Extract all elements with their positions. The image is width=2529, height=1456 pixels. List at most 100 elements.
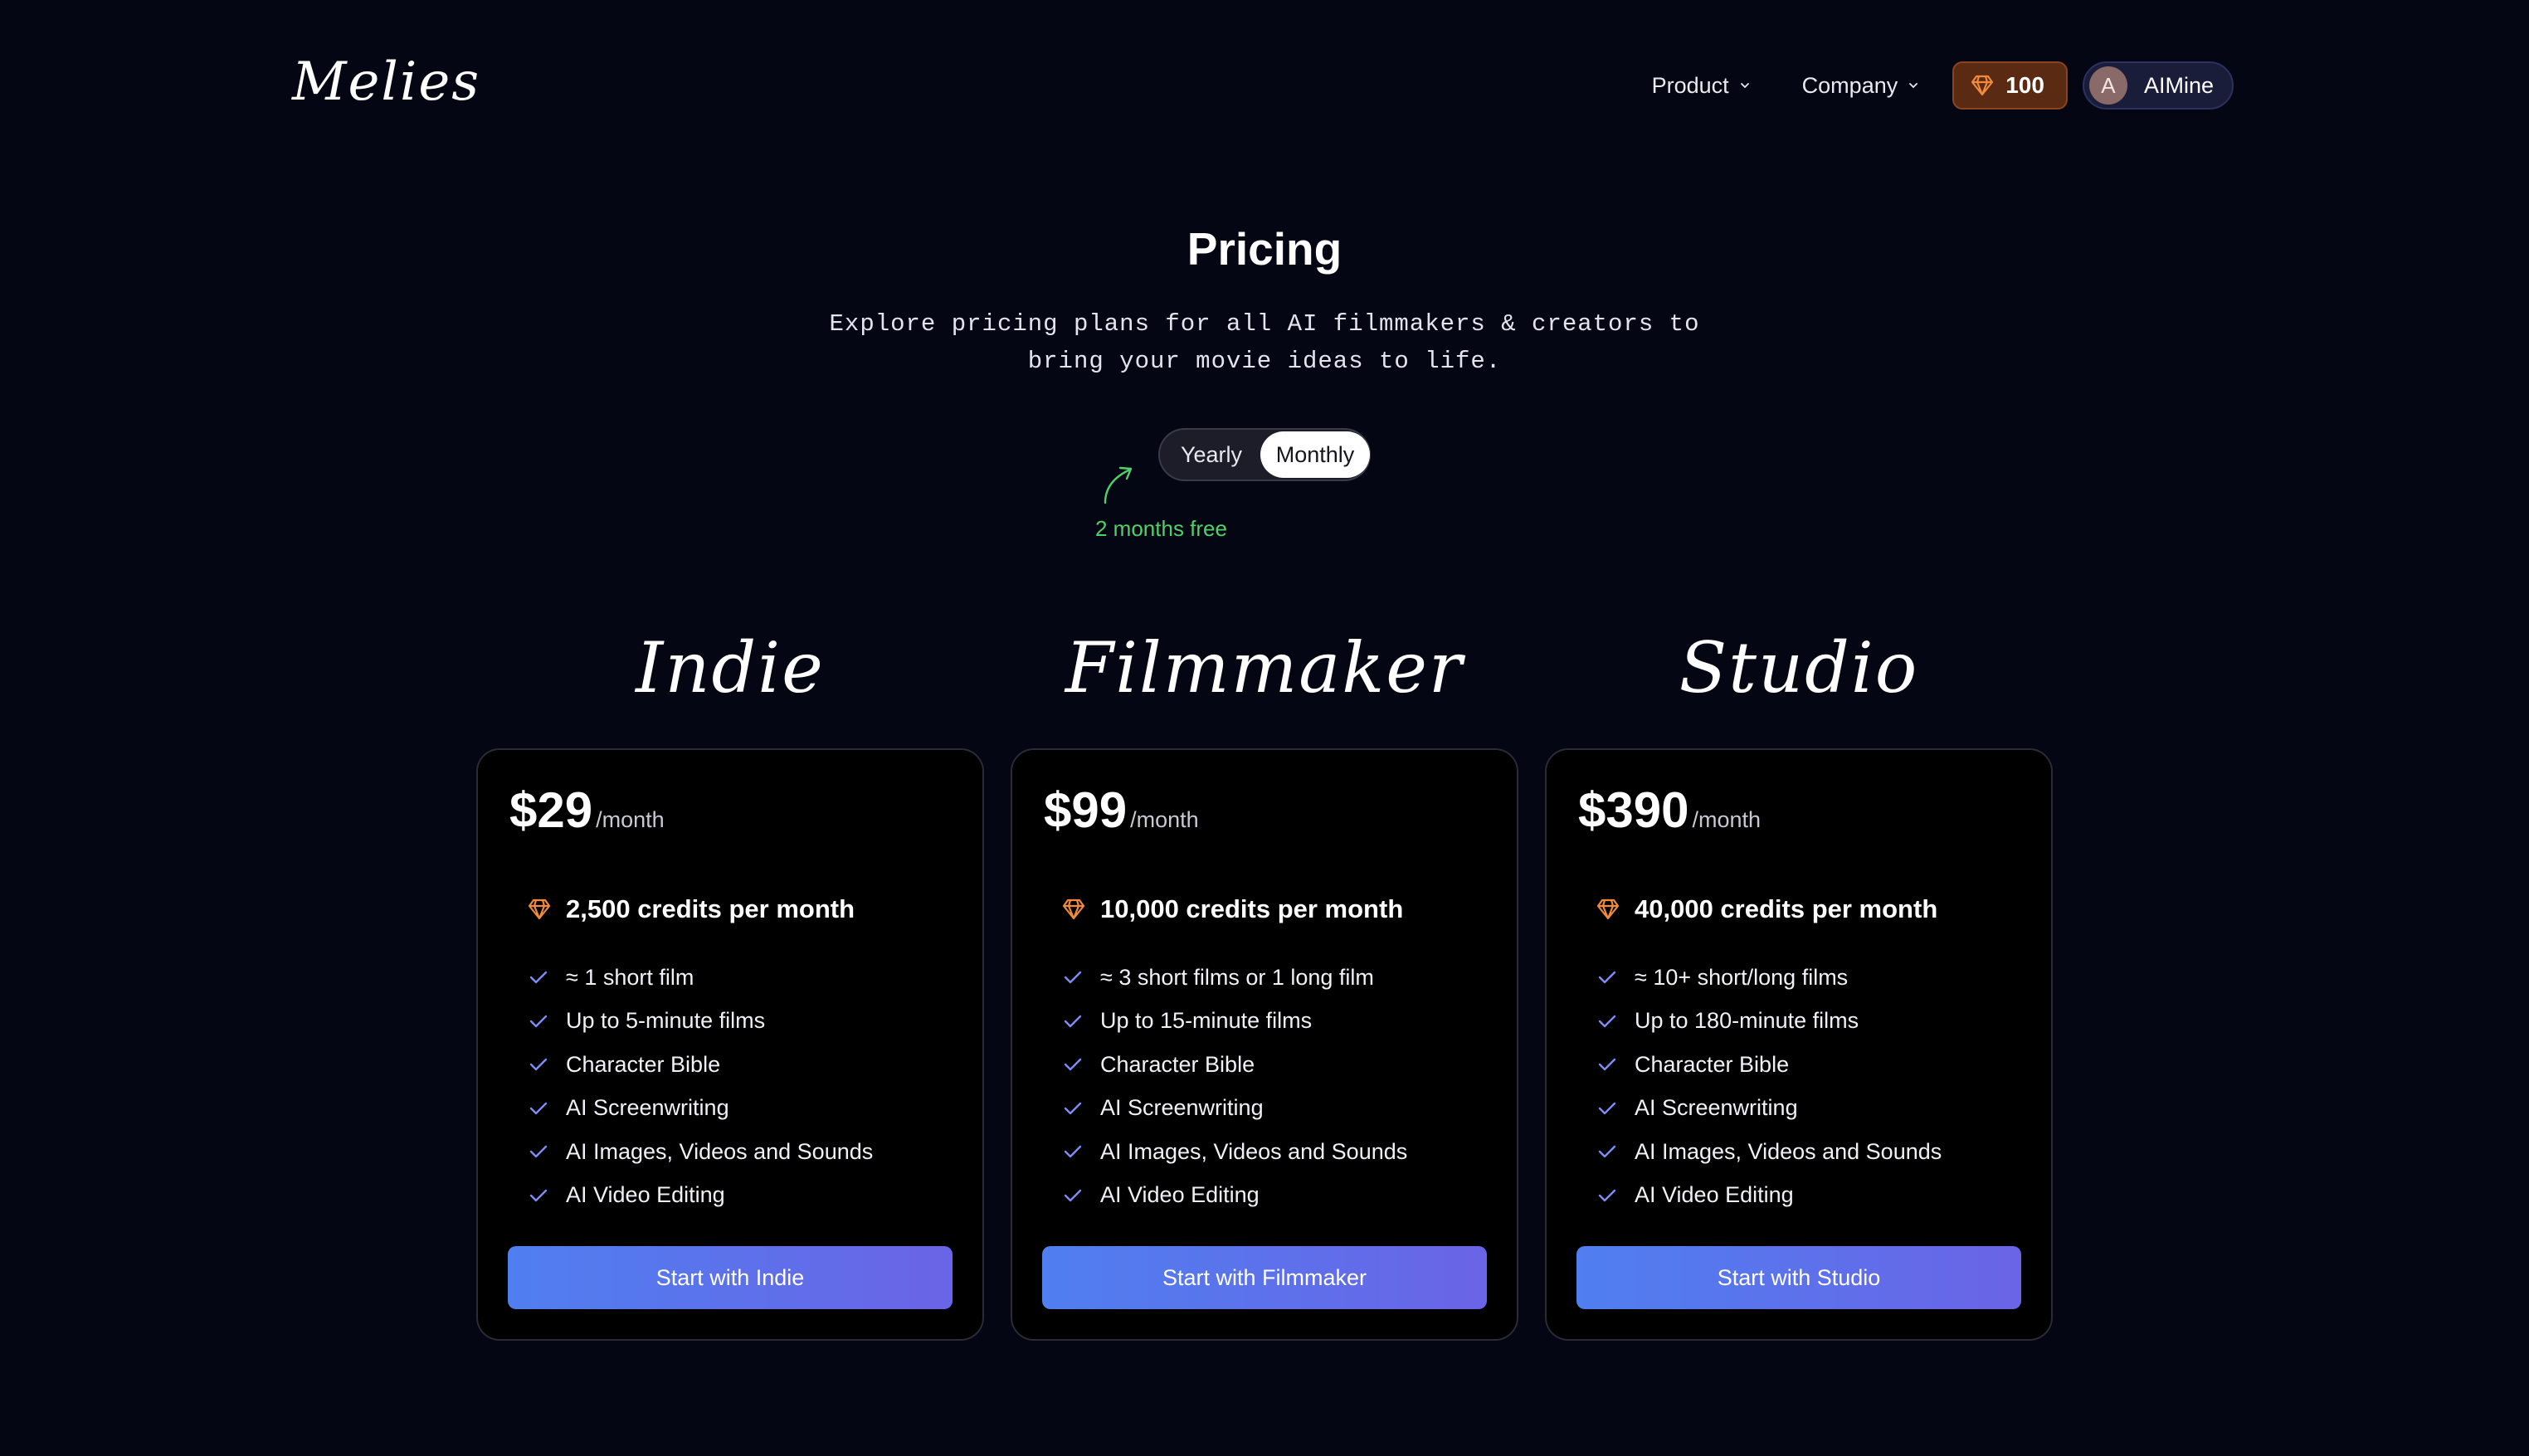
feature-label: AI Video Editing — [1100, 1182, 1260, 1208]
plan-credits-label: 10,000 credits per month — [1100, 894, 1404, 923]
feature-label: ≈ 3 short films or 1 long film — [1100, 964, 1374, 990]
billing-option-yearly[interactable]: Yearly — [1162, 431, 1260, 478]
plan-credits: 2,500 credits per month — [528, 894, 855, 924]
feature-label: AI Screenwriting — [566, 1095, 729, 1121]
check-icon — [1064, 1146, 1082, 1158]
check-icon — [1064, 1015, 1082, 1027]
feature-item: ≈ 10+ short/long films — [1596, 956, 1942, 1000]
page-subtitle: Explore pricing plans for all AI filmmak… — [0, 305, 2529, 380]
price-period: /month — [1692, 807, 1762, 832]
feature-label: ≈ 10+ short/long films — [1635, 964, 1849, 990]
plan-card-studio: $390 /month 40,000 credits per month ≈ 1… — [1545, 748, 2053, 1341]
plan-price: $390 /month — [1578, 782, 1761, 839]
feature-item: AI Video Editing — [1062, 1174, 1407, 1218]
feature-item: ≈ 3 short films or 1 long film — [1062, 956, 1407, 1000]
top-nav: Product Company 100 A AIMine — [1652, 61, 2234, 110]
nav-product-label: Product — [1651, 72, 1729, 98]
feature-label: AI Screenwriting — [1635, 1095, 1798, 1121]
feature-label: Up to 15-minute films — [1100, 1008, 1313, 1034]
plan-name-filmmaker: Filmmaker — [1065, 627, 1464, 709]
chevron-down-icon — [1740, 83, 1749, 89]
gem-icon — [1596, 898, 1620, 920]
curved-arrow-icon — [1104, 466, 1133, 504]
feature-label: Up to 5-minute films — [566, 1008, 766, 1034]
check-icon — [529, 1189, 548, 1201]
feature-label: AI Video Editing — [566, 1182, 725, 1208]
check-icon — [1598, 1189, 1616, 1201]
check-icon — [1064, 971, 1082, 984]
avatar: A — [2088, 66, 2127, 105]
plan-credits: 40,000 credits per month — [1596, 894, 1937, 924]
subtitle-line-2: bring your movie ideas to life. — [1027, 348, 1502, 375]
feature-list: ≈ 3 short films or 1 long film Up to 15-… — [1062, 956, 1407, 1217]
price-amount: $29 — [509, 782, 593, 838]
price-amount: $390 — [1578, 782, 1689, 838]
feature-item: AI Images, Videos and Sounds — [528, 1130, 873, 1174]
feature-list: ≈ 1 short film Up to 5-minute films Char… — [528, 956, 873, 1217]
feature-item: AI Screenwriting — [1062, 1087, 1407, 1131]
feature-item: Up to 180-minute films — [1596, 1000, 1942, 1044]
check-icon — [529, 971, 548, 984]
billing-option-monthly[interactable]: Monthly — [1260, 431, 1370, 478]
nav-company-menu[interactable]: Company — [1802, 73, 1920, 99]
page-title: Pricing — [1187, 223, 1342, 275]
feature-item: ≈ 1 short film — [528, 956, 873, 1000]
feature-item: AI Video Editing — [528, 1174, 873, 1218]
gem-icon — [1062, 898, 1085, 920]
logo[interactable]: Melies — [292, 51, 480, 113]
nav-company-label: Company — [1801, 72, 1898, 98]
price-period: /month — [1130, 807, 1199, 832]
plan-name-studio: Studio — [1679, 627, 1919, 709]
check-icon — [1064, 1189, 1082, 1201]
plan-price: $99 /month — [1044, 782, 1199, 839]
feature-label: Character Bible — [1635, 1051, 1790, 1077]
start-studio-button[interactable]: Start with Studio — [1576, 1246, 2021, 1309]
price-amount: $99 — [1044, 782, 1128, 838]
pricing-page: Melies Product Company 100 A AIMine Pric… — [0, 0, 2529, 1456]
feature-label: Up to 180-minute films — [1635, 1008, 1859, 1034]
check-icon — [529, 1102, 548, 1114]
billing-period-toggle: Yearly Monthly — [1158, 428, 1371, 481]
start-filmmaker-button[interactable]: Start with Filmmaker — [1042, 1246, 1487, 1309]
feature-item: Up to 5-minute films — [528, 1000, 873, 1044]
feature-item: AI Images, Videos and Sounds — [1596, 1130, 1942, 1174]
user-menu-button[interactable]: A AIMine — [2082, 61, 2234, 110]
feature-item: Character Bible — [1596, 1043, 1942, 1087]
feature-label: AI Screenwriting — [1100, 1095, 1264, 1121]
feature-item: AI Screenwriting — [528, 1087, 873, 1131]
check-icon — [1598, 1015, 1616, 1027]
plan-card-indie: $29 /month 2,500 credits per month ≈ 1 s… — [476, 748, 984, 1341]
nav-product-menu[interactable]: Product — [1652, 73, 1751, 99]
user-name: AIMine — [2143, 72, 2214, 98]
feature-item: AI Screenwriting — [1596, 1087, 1942, 1131]
chevron-down-icon — [1909, 83, 1918, 89]
feature-item: Up to 15-minute films — [1062, 1000, 1407, 1044]
check-icon — [1064, 1059, 1082, 1071]
yearly-promo-note: 2 months free — [1095, 516, 1227, 541]
feature-label: AI Images, Videos and Sounds — [1635, 1138, 1942, 1164]
feature-label: ≈ 1 short film — [566, 964, 694, 990]
feature-item: AI Images, Videos and Sounds — [1062, 1130, 1407, 1174]
feature-label: Character Bible — [1100, 1051, 1255, 1077]
credits-balance-value: 100 — [2005, 72, 2044, 98]
feature-list: ≈ 10+ short/long films Up to 180-minute … — [1596, 956, 1942, 1217]
feature-label: Character Bible — [566, 1051, 721, 1077]
feature-label: AI Images, Videos and Sounds — [566, 1138, 874, 1164]
feature-item: Character Bible — [528, 1043, 873, 1087]
plan-credits: 10,000 credits per month — [1062, 894, 1403, 924]
start-indie-button[interactable]: Start with Indie — [508, 1246, 953, 1309]
gem-icon — [528, 898, 551, 920]
check-icon — [1598, 971, 1616, 984]
plan-credits-label: 40,000 credits per month — [1635, 894, 1938, 923]
check-icon — [1598, 1059, 1616, 1071]
check-icon — [1598, 1102, 1616, 1114]
check-icon — [1064, 1102, 1082, 1114]
subtitle-line-1: Explore pricing plans for all AI filmmak… — [829, 310, 1700, 338]
plan-name-indie: Indie — [636, 627, 825, 709]
credits-balance-button[interactable]: 100 — [1952, 61, 2068, 110]
feature-item: AI Video Editing — [1596, 1174, 1942, 1218]
check-icon — [1598, 1146, 1616, 1158]
price-period: /month — [596, 807, 665, 832]
plan-credits-label: 2,500 credits per month — [566, 894, 855, 923]
check-icon — [529, 1015, 548, 1027]
